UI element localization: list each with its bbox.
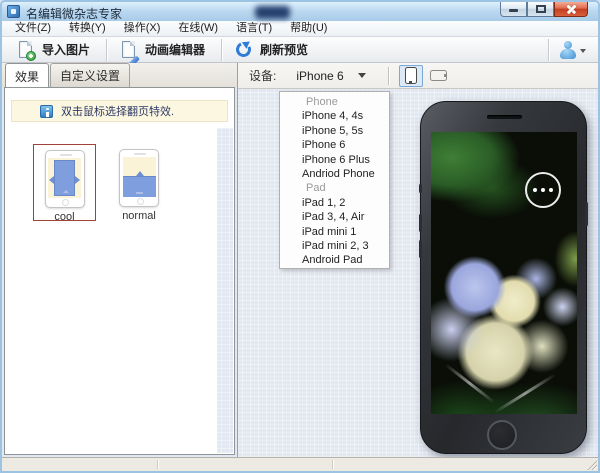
scrollbar-track[interactable] (217, 128, 233, 453)
resize-grip-icon[interactable] (586, 459, 597, 470)
effect-label-normal: normal (110, 210, 168, 222)
title-bar: 名编辑微杂志专家 (2, 2, 598, 21)
hint-bar: 双击鼠标选择翻页特效. (11, 100, 228, 122)
hint-text: 双击鼠标选择翻页特效. (61, 103, 174, 119)
orientation-portrait-button[interactable] (399, 65, 423, 87)
dropdown-group-pad: Pad (280, 181, 389, 195)
minimize-button[interactable] (500, 2, 527, 17)
device-bar: 设备: iPhone 6 (238, 63, 598, 89)
tab-custom-settings[interactable]: 自定义设置 (50, 63, 130, 87)
flip-effect-cool-icon (54, 160, 75, 196)
preview-panel: 设备: iPhone 6 Phone iPhone 4, 4s (237, 63, 598, 457)
user-icon (559, 41, 577, 59)
app-window: 名编辑微杂志专家 文件(Z) 转换(Y) 操作(X) 在线(W) 语言(T) 帮… (0, 0, 600, 473)
import-images-label: 导入图片 (42, 41, 90, 58)
animation-editor-icon (119, 40, 139, 60)
effect-thumb-cool[interactable]: cool (33, 144, 96, 221)
effects-panel-body: 双击鼠标选择翻页特效. cool (4, 87, 235, 455)
volume-up-button (419, 214, 422, 232)
dropdown-item-iphone-5-5s[interactable]: iPhone 5, 5s (280, 124, 389, 138)
home-button (487, 420, 517, 450)
dropdown-item-iphone-4-4s[interactable]: iPhone 4, 4s (280, 109, 389, 123)
refresh-preview-button[interactable]: 刷新预览 (226, 38, 320, 62)
leaf-vein-highlight (445, 363, 495, 403)
window-controls (500, 2, 588, 17)
main-area: 效果 自定义设置 双击鼠标选择翻页特效. coo (2, 63, 598, 457)
dropdown-item-android-pad[interactable]: Android Pad (280, 253, 389, 267)
refresh-preview-icon (234, 40, 254, 60)
device-dropdown-menu: Phone iPhone 4, 4s iPhone 5, 5s iPhone 6… (279, 91, 390, 269)
dropdown-item-ipad-3-4-air[interactable]: iPad 3, 4, Air (280, 210, 389, 224)
phone-landscape-icon (430, 70, 447, 81)
window-title: 名编辑微杂志专家 (26, 5, 122, 22)
left-tab-strip: 效果 自定义设置 (2, 63, 237, 87)
close-button[interactable] (554, 2, 588, 17)
menu-bar: 文件(Z) 转换(Y) 操作(X) 在线(W) 语言(T) 帮助(U) (2, 21, 598, 37)
menu-item-online[interactable]: 在线(W) (169, 21, 227, 36)
info-icon (40, 105, 53, 118)
dropdown-item-ipad-mini-1[interactable]: iPad mini 1 (280, 225, 389, 239)
toolbar: 导入图片 动画编辑器 刷新预览 (2, 37, 598, 63)
menu-item-help[interactable]: 帮助(U) (281, 21, 336, 36)
orientation-landscape-button[interactable] (427, 65, 451, 87)
menu-item-operate[interactable]: 操作(X) (115, 21, 170, 36)
dropdown-item-iphone-6-plus[interactable]: iPhone 6 Plus (280, 153, 389, 167)
user-account-button[interactable] (553, 40, 592, 60)
preview-canvas: Phone iPhone 4, 4s iPhone 5, 5s iPhone 6… (238, 89, 598, 457)
minimize-icon (509, 9, 518, 12)
dropdown-item-andriod-phone[interactable]: Andriod Phone (280, 167, 389, 181)
dropdown-group-phone: Phone (280, 95, 389, 109)
refresh-preview-label: 刷新预览 (260, 41, 308, 58)
close-icon (566, 4, 577, 15)
dropdown-item-ipad-mini-2-3[interactable]: iPad mini 2, 3 (280, 239, 389, 253)
device-label: 设备: (249, 67, 276, 84)
speaker-slot (487, 115, 522, 119)
status-bar (2, 457, 598, 471)
device-bar-separator (388, 67, 389, 85)
flip-effect-normal-icon (123, 176, 156, 197)
status-bar-separator (332, 460, 333, 469)
phone-portrait-icon (405, 67, 417, 84)
maximize-button[interactable] (527, 2, 554, 17)
chevron-down-icon (358, 73, 366, 78)
effect-preview-cool (45, 150, 85, 208)
menu-item-file[interactable]: 文件(Z) (6, 21, 60, 36)
toolbar-separator (221, 39, 222, 61)
app-icon (7, 5, 20, 18)
effect-preview-normal (119, 149, 159, 207)
dropdown-item-iphone-6[interactable]: iPhone 6 (280, 138, 389, 152)
menu-item-convert[interactable]: 转换(Y) (60, 21, 115, 36)
status-bar-separator (157, 460, 158, 469)
device-select[interactable]: iPhone 6 (290, 67, 371, 85)
volume-down-button (419, 240, 422, 258)
more-menu-icon[interactable] (525, 172, 561, 208)
toolbar-separator (106, 39, 107, 61)
mute-switch (419, 184, 422, 193)
maximize-icon (536, 5, 546, 13)
effects-panel: 效果 自定义设置 双击鼠标选择翻页特效. coo (2, 63, 237, 457)
menu-item-language[interactable]: 语言(T) (227, 21, 281, 36)
toolbar-separator (548, 39, 549, 61)
phone-preview (420, 101, 587, 454)
effect-label-cool: cool (34, 211, 95, 223)
animation-editor-button[interactable]: 动画编辑器 (111, 38, 217, 62)
device-selected-value: iPhone 6 (296, 69, 343, 83)
chevron-down-icon (580, 49, 586, 53)
censored-region (255, 6, 290, 19)
animation-editor-label: 动画编辑器 (145, 41, 205, 58)
effect-thumb-normal[interactable]: normal (110, 149, 168, 221)
dropdown-item-ipad-1-2[interactable]: iPad 1, 2 (280, 196, 389, 210)
power-button (585, 202, 588, 226)
phone-screen[interactable] (431, 132, 577, 414)
leaf-vein-highlight (494, 373, 556, 413)
import-images-button[interactable]: 导入图片 (8, 38, 102, 62)
import-image-icon (16, 40, 36, 60)
tab-effects[interactable]: 效果 (5, 63, 49, 88)
